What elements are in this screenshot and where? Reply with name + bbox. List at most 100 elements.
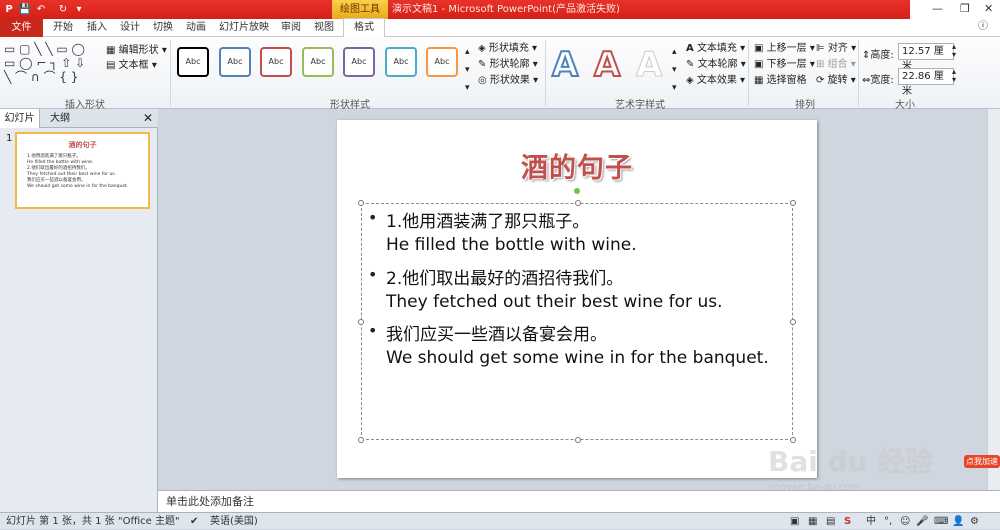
input-method-icon[interactable]: S [844,513,851,530]
close-pane-icon[interactable]: ✕ [143,109,153,128]
shape-fill-label: 形状填充 [488,43,529,54]
text-fill-button[interactable]: A 文本填充 ▾ [686,39,745,54]
slides-pane: 幻灯片 大纲 ✕ 1 酒的句子 1.他用酒装满了那只瓶子。 He filled … [0,109,158,512]
text-box-button[interactable]: ▤ 文本框 ▾ [106,56,157,71]
status-bar: 幻灯片 第 1 张，共 1 张 "Office 主题" ✔ 英语(美国) ▣ ▦… [0,512,1000,529]
notes-pane[interactable]: 单击此处添加备注 [158,490,1000,512]
height-spinner-icon[interactable]: ▴ ▾ [952,43,956,59]
width-input[interactable]: 22.86 厘米 [898,68,954,97]
selection-pane-button[interactable]: ▦ 选择窗格 [754,71,807,86]
rotate-button[interactable]: ⟳ 旋转 ▾ [816,71,856,86]
tab-file[interactable]: 文件 [0,19,43,37]
shape-style-aqua[interactable]: Abc [385,47,417,77]
slide-title[interactable]: 酒的句子 [337,146,817,185]
wordart-style-gray[interactable]: A [635,45,662,86]
rotate-handle[interactable] [574,188,580,194]
shape-style-black[interactable]: Abc [177,47,209,77]
minimize-icon[interactable]: — [932,2,943,15]
shape-effects-button[interactable]: ◎ 形状效果 ▾ [478,71,538,86]
tab-home[interactable]: 开始 [53,19,73,37]
group-label: 组合 [827,59,848,70]
emoji-icon[interactable]: ☺ [900,513,910,530]
edit-shape-button[interactable]: ▦ 编辑形状 ▾ [106,41,167,56]
bring-forward-label: 上移一层 [766,43,807,54]
shape-style-orange[interactable]: Abc [426,47,458,77]
send-backward-button[interactable]: ▣ 下移一层 ▾ [754,55,815,70]
help-icon[interactable]: ⓘ [978,18,988,36]
bring-forward-button[interactable]: ▣ 上移一层 ▾ [754,39,815,54]
bullet-icon: • [368,321,378,340]
theme-name: "Office 主题" [118,516,180,527]
reading-view-icon[interactable]: ▤ [826,513,835,530]
shape-style-red[interactable]: Abc [260,47,292,77]
wordart-gallery-scroll[interactable]: ▴ ▾ ▾ [672,43,677,97]
text-effects-button[interactable]: ◈ 文本效果 ▾ [686,71,745,86]
shape-gallery[interactable]: ▭ ▢ ╲ ╲ ▭ ◯ ▭ ◯ ⌐ ┐ ⇧ ⇩ ╲ ⌒ ∩ ⌒ { } [4,42,96,86]
redo-icon[interactable]: ↻ [56,2,70,17]
group-button[interactable]: ⊞ 组合 ▾ [816,55,856,70]
tab-slides[interactable]: 幻灯片 [0,109,40,128]
tab-view[interactable]: 视图 [314,19,334,37]
tab-format[interactable]: 格式 [343,18,385,38]
shape-style-green[interactable]: Abc [302,47,334,77]
voice-icon[interactable]: 🎤 [916,513,928,530]
wordart-style-blue[interactable]: A [551,44,579,86]
resize-handle[interactable] [790,200,796,206]
user-icon[interactable]: 👤 [952,513,964,530]
resize-handle[interactable] [575,437,581,443]
save-icon[interactable]: 💾 [18,2,32,17]
resize-handle[interactable] [575,200,581,206]
group-divider [170,40,171,106]
tab-animations[interactable]: 动画 [186,19,206,37]
width-spinner-icon[interactable]: ▴ ▾ [952,68,956,84]
undo-icon[interactable]: ↶ [34,2,48,17]
resize-handle[interactable] [358,200,364,206]
wordart-style-red[interactable]: A [593,44,621,86]
group-label-size: 大小 [895,100,915,111]
spellcheck-icon[interactable]: ✔ [190,513,198,530]
text-fill-label: 文本填充 [696,43,737,54]
ime-chinese-icon[interactable]: 中 [866,513,876,530]
language[interactable]: 英语(美国) [210,513,258,530]
align-button[interactable]: ⊫ 对齐 ▾ [816,39,856,54]
item-zh: 2.他们取出最好的酒招待我们。 [386,269,624,289]
shapes-icon: ▭ ▢ ╲ ╲ ▭ ◯ ▭ ◯ ⌐ ┐ ⇧ ⇩ ╲ ⌒ ∩ ⌒ { } [4,42,86,84]
keyboard-icon[interactable]: ⌨ [934,513,948,530]
thumb-line: We should get some wine in for the banqu… [27,184,129,189]
text-outline-button[interactable]: ✎ 文本轮廓 ▾ [686,55,746,70]
shape-style-purple[interactable]: Abc [343,47,375,77]
resize-handle[interactable] [790,319,796,325]
window-controls: — ❐ ✕ [910,0,1000,19]
resize-handle[interactable] [358,437,364,443]
slide-number: 1 [6,133,13,144]
quick-access-dropdown-icon[interactable]: ▾ [72,2,86,17]
shape-style-blue[interactable]: Abc [219,47,251,77]
tab-transitions[interactable]: 切换 [153,19,173,37]
content-textbox[interactable]: • 1.他用酒装满了那只瓶子。 He filled the bottle wit… [358,200,796,443]
rotate-label: 旋转 [827,75,848,86]
settings-icon[interactable]: ⚙ [970,513,979,530]
tab-slideshow[interactable]: 幻灯片放映 [219,19,269,37]
resize-handle[interactable] [358,319,364,325]
slide-thumbnail[interactable]: 酒的句子 1.他用酒装满了那只瓶子。 He filled the bottle … [15,132,150,209]
vertical-scrollbar[interactable] [987,109,1000,490]
height-input[interactable]: 12.57 厘米 [898,43,954,72]
close-icon[interactable]: ✕ [984,2,993,15]
window-title: 演示文稿1 - Microsoft PowerPoint(产品激活失败) [392,4,620,15]
normal-view-icon[interactable]: ▣ [790,513,799,530]
restore-icon[interactable]: ❐ [960,2,970,15]
ime-punct-icon[interactable]: °, [884,513,892,530]
shape-fill-button[interactable]: ◈ 形状填充 ▾ [478,39,537,54]
slide-canvas[interactable]: 酒的句子 • 1.他用酒装满了那只瓶子。 He filled the bottl… [337,120,817,478]
group-divider [858,40,859,106]
tab-review[interactable]: 审阅 [281,19,301,37]
style-gallery-scroll[interactable]: ▴ ▾ ▾ [465,43,470,97]
drawing-tools-context-label: 绘图工具 [332,0,388,19]
watermark-badge[interactable]: 点我加速 [964,455,1000,468]
item-en: We should get some wine in for the banqu… [386,348,769,368]
shape-outline-button[interactable]: ✎ 形状轮廓 ▾ [478,55,538,70]
tab-design[interactable]: 设计 [120,19,140,37]
tab-outline[interactable]: 大纲 [50,109,70,128]
sorter-view-icon[interactable]: ▦ [808,513,817,530]
tab-insert[interactable]: 插入 [87,19,107,37]
